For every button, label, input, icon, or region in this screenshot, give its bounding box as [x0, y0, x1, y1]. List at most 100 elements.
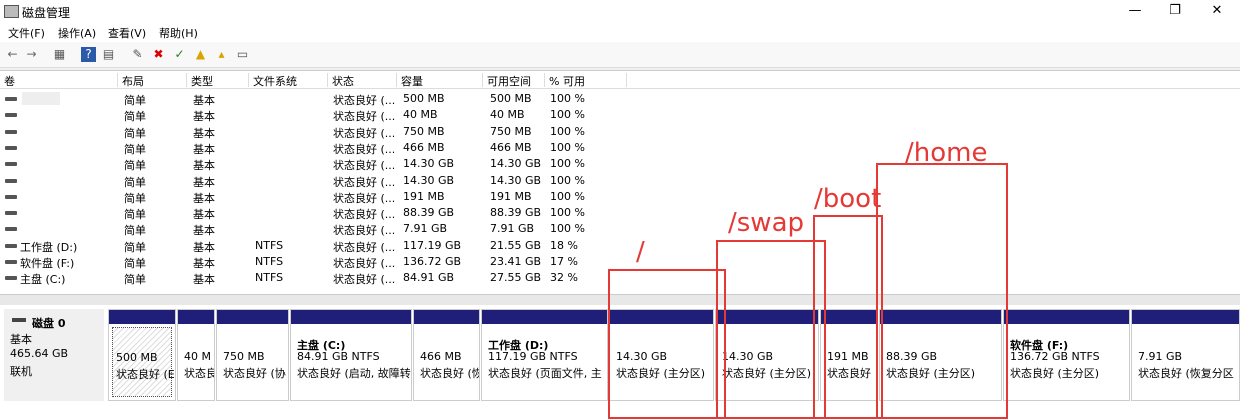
partition-block[interactable]: 466 MB 状态良好 (恢 [413, 309, 480, 401]
partition-status: 状态良好 (E [116, 368, 175, 381]
partition-block[interactable]: 500 MB 状态良好 (E [108, 309, 176, 401]
cell-pct: 18 % [550, 238, 578, 252]
maximize-button[interactable]: ❐ [1152, 0, 1198, 22]
partition-size: 750 MB [223, 350, 265, 363]
folder-up-icon[interactable]: ▲ [193, 47, 208, 62]
cell-pct: 17 % [550, 255, 578, 268]
table-row[interactable]: 软件盘 (F:) 简单 基本 NTFS 状态良好 (... 136.72 GB 23.41 … [0, 254, 1240, 270]
volume-icon [5, 162, 17, 167]
partition-size: 7.91 GB [1138, 350, 1183, 363]
cell-type: 基本 [193, 273, 215, 287]
view-icon[interactable]: ▭ [235, 47, 250, 62]
check-icon[interactable]: ✓ [172, 47, 187, 62]
menu-view[interactable]: 查看(V) [108, 25, 146, 41]
table-row[interactable]: 简单 基本 状态良好 (... 88.39 GB 88.39 GB 100 % [0, 205, 1240, 221]
cell-free: 27.55 GB [490, 271, 542, 285]
cell-status: 状态良好 (... [333, 126, 396, 140]
partition-block[interactable]: 7.91 GB 状态良好 (恢复分区 [1131, 309, 1240, 401]
partition-body: 软件盘 (F:) 136.72 GB NTFS 状态良好 (主分区) [1007, 327, 1126, 397]
folder-search-icon[interactable]: ▴ [214, 47, 229, 62]
annotation-home-label: /home [905, 138, 988, 168]
cell-capacity: 466 MB [403, 140, 445, 154]
partition-size: 40 M [184, 350, 211, 363]
col-filesystem[interactable]: 文件系统 [249, 73, 328, 88]
menu-bar: 文件(F) 操作(A) 查看(V) 帮助(H) [0, 22, 1240, 42]
partition-status: 状态良好 (恢复分区 [1138, 367, 1234, 380]
col-volume[interactable]: 卷 [0, 73, 118, 88]
col-status[interactable]: 状态 [328, 73, 397, 88]
disk-0-label[interactable]: 磁盘 0 基本 465.64 GB 联机 [4, 309, 104, 401]
table-row[interactable]: 简单 基本 状态良好 (... 466 MB 466 MB 100 % [0, 140, 1240, 156]
partition-color-bar [1004, 310, 1129, 324]
volume-icon [5, 211, 17, 216]
partition-block[interactable]: 软件盘 (F:) 136.72 GB NTFS 状态良好 (主分区) [1003, 309, 1130, 401]
delete-icon[interactable]: ✖ [151, 47, 166, 62]
cell-capacity: 117.19 GB [403, 238, 462, 252]
cell-fs: NTFS [255, 255, 284, 268]
cell-type: 基本 [193, 240, 215, 254]
partition-status: 状态良好 (恢 [420, 367, 480, 380]
cell-name: 工作盘 (D:) [20, 240, 78, 254]
partition-color-bar [414, 310, 479, 324]
console-tree-icon[interactable]: ▦ [52, 47, 67, 62]
cell-capacity: 500 MB [403, 92, 445, 105]
col-layout[interactable]: 布局 [118, 73, 187, 88]
cell-layout: 简单 [124, 142, 146, 156]
menu-action[interactable]: 操作(A) [58, 25, 96, 41]
table-row[interactable]: 简单 基本 状态良好 (... 7.91 GB 7.91 GB 100 % [0, 221, 1240, 237]
forward-icon[interactable]: → [24, 47, 39, 62]
table-row[interactable]: 简单 基本 状态良好 (... 500 MB 500 MB 100 % [0, 91, 1240, 107]
volume-icon [5, 227, 17, 232]
table-row[interactable]: 工作盘 (D:) 简单 基本 NTFS 状态良好 (... 117.19 GB 21.55 … [0, 238, 1240, 254]
cell-capacity: 136.72 GB [403, 255, 462, 268]
cell-free: 14.30 GB [490, 173, 542, 187]
connect-icon[interactable]: ✎ [130, 47, 145, 62]
partition-body: 500 MB 状态良好 (E [112, 327, 175, 397]
partition-color-bar [178, 310, 214, 324]
properties-icon[interactable]: ▤ [101, 47, 116, 62]
disk-state: 联机 [10, 365, 32, 378]
cell-pct: 100 % [550, 140, 585, 154]
volume-icon [5, 129, 17, 134]
col-pct-free[interactable]: % 可用 [545, 73, 627, 88]
menu-file[interactable]: 文件(F) [8, 25, 45, 41]
back-icon[interactable]: ← [5, 47, 20, 62]
cell-free: 21.55 GB [490, 238, 542, 252]
table-row[interactable]: 简单 基本 状态良好 (... 40 MB 40 MB 100 % [0, 107, 1240, 123]
close-button[interactable]: ✕ [1194, 0, 1240, 22]
cell-pct: 100 % [550, 124, 585, 138]
partition-block[interactable]: 40 M 状态良 [177, 309, 215, 401]
cell-pct: 100 % [550, 173, 585, 187]
cell-free: 466 MB [490, 140, 532, 154]
cell-status: 状态良好 (... [333, 94, 396, 107]
partition-block[interactable]: 750 MB 状态良好 (协 [216, 309, 289, 401]
volume-icon [5, 260, 17, 264]
partition-body: 工作盘 (D:) 117.19 GB NTFS 状态良好 (页面文件, 主 [485, 327, 604, 397]
cell-layout: 简单 [124, 208, 146, 222]
table-row[interactable]: 简单 基本 状态良好 (... 14.30 GB 14.30 GB 100 % [0, 156, 1240, 172]
table-row[interactable]: 简单 基本 状态良好 (... 14.30 GB 14.30 GB 100 % [0, 173, 1240, 189]
cell-free: 23.41 GB [490, 255, 542, 268]
cell-layout: 简单 [124, 240, 146, 254]
col-capacity[interactable]: 容量 [397, 73, 483, 88]
partition-block[interactable]: 主盘 (C:) 84.91 GB NTFS 状态良好 (启动, 故障转 [290, 309, 412, 401]
partition-block[interactable]: 工作盘 (D:) 117.19 GB NTFS 状态良好 (页面文件, 主 [481, 309, 608, 401]
cell-capacity: 40 MB [403, 108, 438, 122]
menu-help[interactable]: 帮助(H) [159, 25, 198, 41]
partition-size: 117.19 GB NTFS [488, 350, 578, 363]
cell-free: 40 MB [490, 108, 525, 122]
annotation-boot-box [813, 215, 883, 419]
toolbar: ← → ▦ ? ▤ ✎ ✖ ✓ ▲ ▴ ▭ [0, 42, 1240, 68]
volume-icon [5, 276, 17, 281]
cell-type: 基本 [193, 142, 215, 156]
partition-status: 状态良好 (启动, 故障转 [297, 367, 411, 380]
table-row[interactable]: 简单 基本 状态良好 (... 191 MB 191 MB 100 % [0, 189, 1240, 205]
cell-name: 主盘 (C:) [20, 273, 66, 287]
cell-type: 基本 [193, 175, 215, 189]
col-type[interactable]: 类型 [187, 73, 249, 88]
col-free[interactable]: 可用空间 [483, 73, 545, 88]
help-icon[interactable]: ? [81, 47, 96, 62]
table-row[interactable]: 简单 基本 状态良好 (... 750 MB 750 MB 100 % [0, 124, 1240, 140]
cell-free: 750 MB [490, 124, 532, 138]
annotation-root-label: / [636, 237, 645, 267]
